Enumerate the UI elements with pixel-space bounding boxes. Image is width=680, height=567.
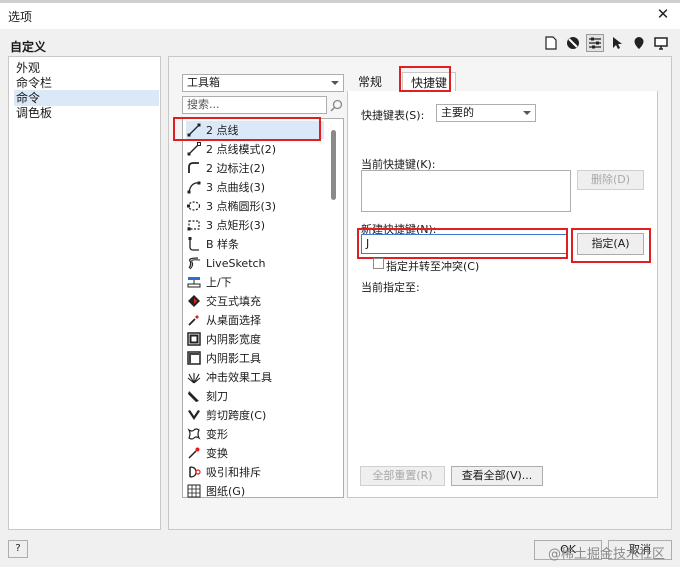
sliders-icon[interactable] <box>586 34 604 52</box>
command-label: B 样条 <box>206 238 240 251</box>
shortcut-table-value: 主要的 <box>441 106 474 119</box>
command-item[interactable]: 图纸(G) <box>186 482 324 500</box>
reset-all-button[interactable]: 全部重置(R) <box>360 466 445 486</box>
command-item[interactable]: 3 点矩形(3) <box>186 216 324 234</box>
impact-effect-icon <box>186 369 202 385</box>
chevron-down-icon <box>523 111 531 115</box>
shortcut-table-label: 快捷键表(S): <box>361 109 425 122</box>
command-label: 刻刀 <box>206 390 228 403</box>
command-label: 吸引和排斥 <box>206 466 261 479</box>
inner-shadow-tool-icon <box>186 350 202 366</box>
command-item[interactable]: 3 点曲线(3) <box>186 178 324 196</box>
command-label: 上/下 <box>206 276 232 289</box>
three-point-curve-icon <box>186 179 202 195</box>
command-label: 内阴影宽度 <box>206 333 261 346</box>
current-assigned-label: 当前指定至: <box>361 281 420 294</box>
page-title: 自定义 <box>10 40 47 54</box>
conflict-checkbox[interactable] <box>373 258 384 269</box>
title-bar <box>0 3 680 29</box>
tab-general[interactable]: 常规 <box>350 72 390 92</box>
command-item[interactable]: 交互式填充 <box>186 292 324 310</box>
new-shortcut-highlight <box>357 228 568 259</box>
up-down-icon <box>186 274 202 290</box>
command-label: 3 点矩形(3) <box>206 219 266 232</box>
delete-button[interactable]: 删除(D) <box>577 170 644 190</box>
knife-icon <box>186 388 202 404</box>
command-label: 图纸(G) <box>206 485 246 498</box>
distort-icon <box>186 426 202 442</box>
search-icon[interactable] <box>328 96 344 114</box>
view-all-button[interactable]: 查看全部(V)... <box>451 466 543 486</box>
close-button[interactable]: ✕ <box>652 4 674 24</box>
command-item[interactable]: 内阴影工具 <box>186 349 324 367</box>
attract-repel-icon <box>186 464 202 480</box>
interactive-fill-icon <box>186 293 202 309</box>
command-item[interactable]: 内阴影宽度 <box>186 330 324 348</box>
command-item[interactable]: 刻刀 <box>186 387 324 405</box>
color-balls-icon[interactable] <box>564 34 582 52</box>
eyedropper-icon <box>186 312 202 328</box>
command-label: 冲击效果工具 <box>206 371 272 384</box>
pointer-icon[interactable] <box>608 34 626 52</box>
graph-paper-icon <box>186 483 202 499</box>
b-spline-icon <box>186 236 202 252</box>
chevron-down-icon <box>331 81 339 85</box>
monitor-icon[interactable] <box>652 34 670 52</box>
page-icon[interactable] <box>542 34 560 52</box>
livesketch-icon <box>186 255 202 271</box>
command-label: LiveSketch <box>206 256 266 270</box>
command-label: 2 点线模式(2) <box>206 143 277 156</box>
command-item[interactable]: LiveSketch <box>186 254 324 272</box>
sidebar-item-command-bars[interactable]: 命令栏 <box>14 75 159 91</box>
command-label: 变形 <box>206 428 228 441</box>
command-label: 3 点椭圆形(3) <box>206 200 277 213</box>
command-item[interactable]: 变换 <box>186 444 324 462</box>
selected-command-highlight <box>173 117 321 141</box>
cut-span-icon <box>186 407 202 423</box>
sidebar-item-appearance[interactable]: 外观 <box>14 60 159 76</box>
pin-icon[interactable] <box>630 34 648 52</box>
command-item[interactable]: 冲击效果工具 <box>186 368 324 386</box>
command-label: 内阴影工具 <box>206 352 261 365</box>
sidebar-item-palettes[interactable]: 调色板 <box>14 105 159 121</box>
command-label: 3 点曲线(3) <box>206 181 266 194</box>
command-label: 从桌面选择 <box>206 314 261 327</box>
command-item[interactable]: 2 点线模式(2) <box>186 140 324 158</box>
two-side-dimension-icon <box>186 160 202 176</box>
shortcut-tab-highlight <box>399 66 451 92</box>
two-point-line-mode-icon <box>186 141 202 157</box>
category-value: 工具箱 <box>187 76 220 89</box>
command-label: 2 边标注(2) <box>206 162 266 175</box>
command-item[interactable]: 2 边标注(2) <box>186 159 324 177</box>
watermark: @稀土掘金技术社区 <box>548 547 666 562</box>
command-item[interactable]: 剪切跨度(C) <box>186 406 324 424</box>
command-item[interactable]: B 样条 <box>186 235 324 253</box>
command-item[interactable]: 吸引和排斥 <box>186 463 324 481</box>
command-item[interactable]: 上/下 <box>186 273 324 291</box>
command-item[interactable]: 变形 <box>186 425 324 443</box>
sidebar <box>8 56 161 530</box>
sidebar-item-commands[interactable]: 命令 <box>14 90 159 106</box>
search-placeholder: 搜索... <box>187 98 220 111</box>
command-item[interactable]: 从桌面选择 <box>186 311 324 329</box>
window-title: 选项 <box>8 10 33 24</box>
assign-button-highlight <box>571 228 651 263</box>
category-dropdown[interactable]: 工具箱 <box>182 74 344 92</box>
conflict-checkbox-label: 指定并转至冲突(C) <box>386 260 480 273</box>
three-point-ellipse-icon <box>186 198 202 214</box>
transform-icon <box>186 445 202 461</box>
command-label: 剪切跨度(C) <box>206 409 267 422</box>
command-item[interactable]: 3 点椭圆形(3) <box>186 197 324 215</box>
inner-shadow-width-icon <box>186 331 202 347</box>
command-label: 交互式填充 <box>206 295 261 308</box>
search-input[interactable]: 搜索... <box>182 96 327 114</box>
help-button[interactable]: ? <box>8 540 28 558</box>
three-point-rectangle-icon <box>186 217 202 233</box>
current-shortcut-list[interactable] <box>361 170 571 212</box>
command-label: 变换 <box>206 447 228 460</box>
command-list-scroll-thumb[interactable] <box>331 130 336 200</box>
shortcut-table-dropdown[interactable]: 主要的 <box>436 104 536 122</box>
